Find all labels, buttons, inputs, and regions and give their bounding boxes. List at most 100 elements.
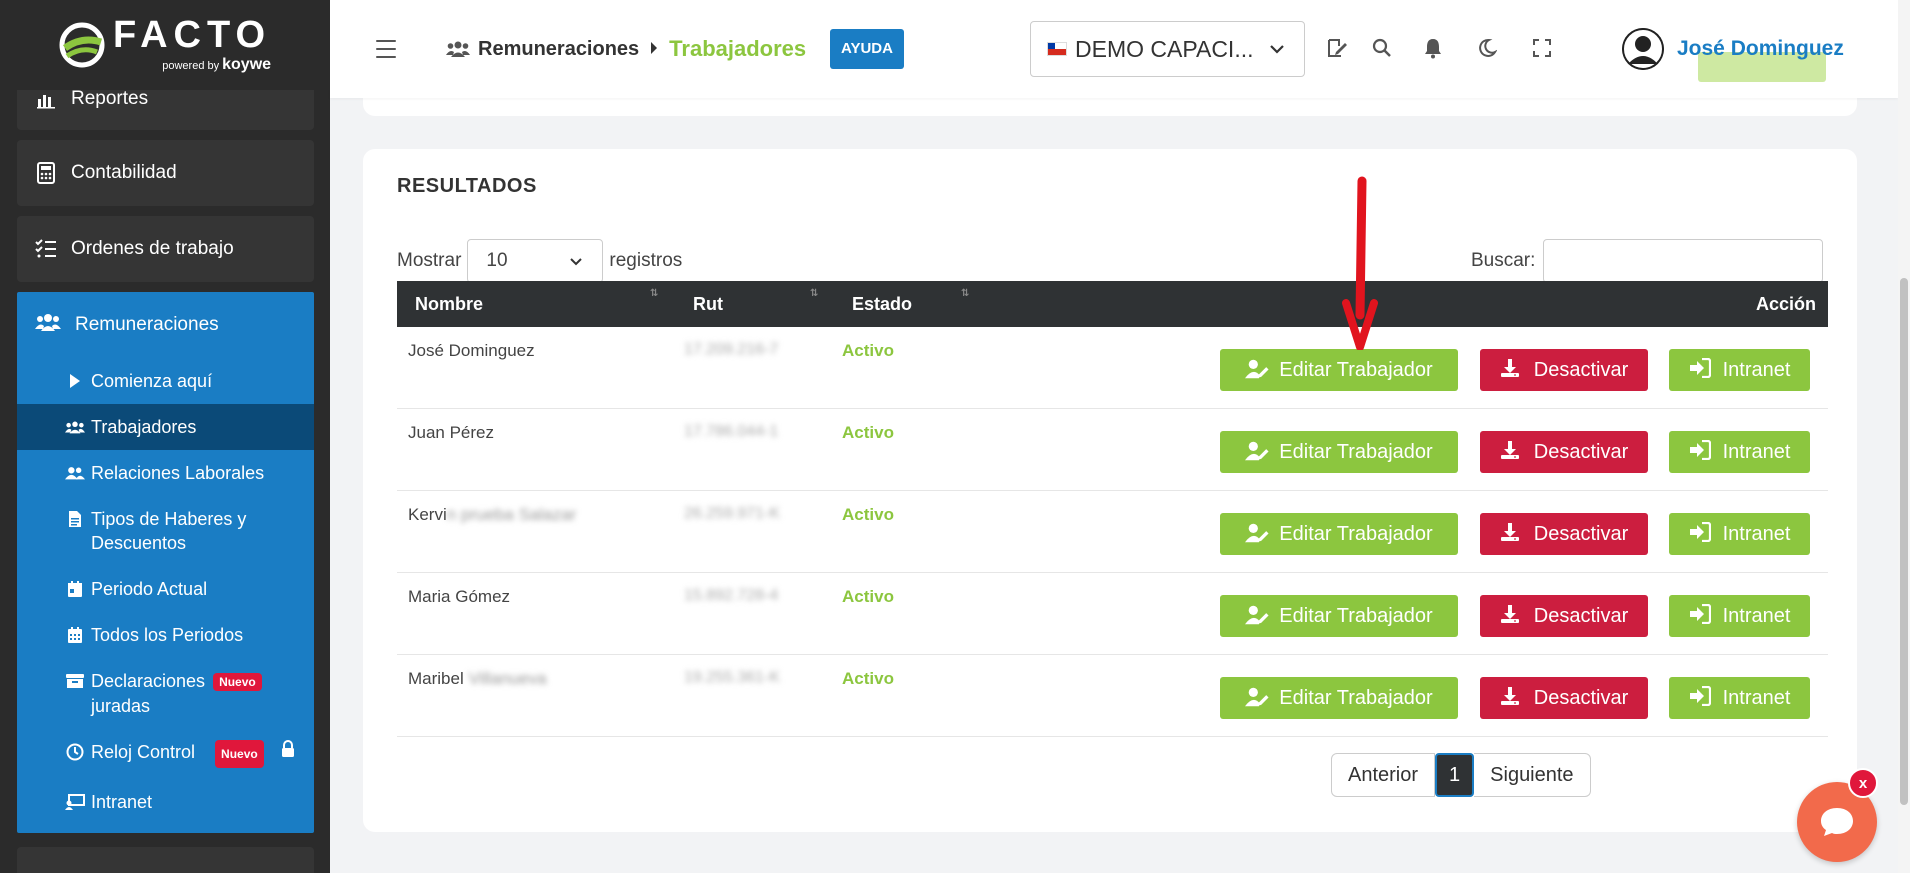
edit-worker-button[interactable]: Editar Trabajador xyxy=(1220,349,1458,391)
table-row: Juan Pérez 17.786.044-1 Activo Editar Traba… xyxy=(397,409,1828,491)
calculator-icon xyxy=(35,162,57,184)
worker-status: Activo xyxy=(842,505,894,524)
column-rut[interactable]: Rut xyxy=(693,294,723,315)
column-name[interactable]: Nombre xyxy=(415,294,483,315)
sidebar-item-comienza[interactable]: Comienza aquí xyxy=(17,358,314,404)
sidebar-item-label: Declaraciones xyxy=(91,671,206,691)
sort-icon[interactable]: ⇅ xyxy=(810,288,818,299)
sidebar-item-remuneraciones[interactable]: Remuneraciones xyxy=(17,292,314,358)
deactivate-label: Desactivar xyxy=(1533,440,1629,463)
deactivate-button[interactable]: Desactivar xyxy=(1480,513,1648,555)
sidebar-item-declaraciones[interactable]: Declaraciones Nuevo juradas xyxy=(17,658,314,729)
edit-worker-button[interactable]: Editar Trabajador xyxy=(1220,431,1458,473)
worker-rut: 19.255.361-K xyxy=(684,669,781,686)
sidebar-group-label: Remuneraciones xyxy=(75,314,219,335)
intranet-button[interactable]: Intranet xyxy=(1669,595,1810,637)
edit-worker-label: Editar Trabajador xyxy=(1279,522,1433,545)
intranet-button[interactable]: Intranet xyxy=(1669,431,1810,473)
sidebar-item-next[interactable] xyxy=(17,847,314,873)
chevron-down-icon xyxy=(1270,45,1284,54)
search-icon[interactable] xyxy=(1370,36,1394,60)
chat-close-button[interactable]: x xyxy=(1848,768,1878,798)
page-length-control: Mostrar 10 registros xyxy=(397,239,682,283)
pagination-page-1[interactable]: 1 xyxy=(1435,753,1475,797)
sidebar-item-contabilidad[interactable]: Contabilidad xyxy=(17,140,314,206)
sidebar-item-ordenes[interactable]: Ordenes de trabajo xyxy=(17,216,314,282)
bell-icon[interactable] xyxy=(1421,36,1445,60)
user-edit-icon xyxy=(1245,604,1269,628)
company-select[interactable]: DEMO CAPACI... xyxy=(1030,21,1305,77)
edit-worker-button[interactable]: Editar Trabajador xyxy=(1220,595,1458,637)
users-icon xyxy=(65,415,85,439)
worker-name-visible: Kervi xyxy=(408,505,447,524)
worker-status: Activo xyxy=(842,341,894,360)
sidebar-item-intranet[interactable]: Intranet xyxy=(17,779,314,825)
breadcrumb: Remuneraciones Trabajadores xyxy=(446,36,806,62)
user-name[interactable]: José Dominguez xyxy=(1677,37,1844,61)
column-status[interactable]: Estado xyxy=(852,294,912,315)
avatar[interactable] xyxy=(1622,28,1664,70)
moon-icon[interactable] xyxy=(1475,36,1499,60)
deactivate-label: Desactivar xyxy=(1533,604,1629,627)
chevron-down-icon xyxy=(570,258,583,266)
annotation-arrow-icon xyxy=(1342,176,1378,350)
intranet-button[interactable]: Intranet xyxy=(1669,513,1810,555)
calendar-icon xyxy=(65,623,85,647)
chalkboard-icon xyxy=(65,790,85,814)
worker-name-redacted: Villanueva xyxy=(463,669,547,688)
sidebar-item-periodo-actual[interactable]: Periodo Actual xyxy=(17,566,314,612)
breadcrumb-separator-icon xyxy=(649,38,659,61)
scrollbar-thumb[interactable] xyxy=(1900,278,1908,805)
intranet-button[interactable]: Intranet xyxy=(1669,677,1810,719)
sidebar-item-label-wrap: Declaraciones Nuevo juradas xyxy=(91,669,281,718)
sidebar-item-reloj-control[interactable]: Reloj Control Nuevo xyxy=(17,729,314,779)
edit-worker-button[interactable]: Editar Trabajador xyxy=(1220,677,1458,719)
sidebar-item-relaciones[interactable]: Relaciones Laborales xyxy=(17,450,314,496)
edit-worker-button[interactable]: Editar Trabajador xyxy=(1220,513,1458,555)
column-action: Acción xyxy=(1755,294,1816,314)
sidebar-item-label: Trabajadores xyxy=(91,417,197,437)
worker-name: Maria Gómez xyxy=(408,587,510,607)
sign-in-icon xyxy=(1689,358,1713,382)
archive-icon xyxy=(65,669,85,693)
pagination-prev-button[interactable]: Anterior xyxy=(1331,753,1436,797)
logo[interactable]: FACTO powered by koywe xyxy=(0,0,330,90)
sort-icon[interactable]: ⇅ xyxy=(961,288,969,299)
help-button[interactable]: AYUDA xyxy=(830,29,904,69)
intranet-button[interactable]: Intranet xyxy=(1669,349,1810,391)
hamburger-menu-icon[interactable] xyxy=(376,40,396,58)
deactivate-button[interactable]: Desactivar xyxy=(1480,595,1648,637)
sidebar-item-trabajadores[interactable]: Trabajadores xyxy=(17,404,314,450)
download-icon xyxy=(1500,522,1524,546)
sidebar-item-todos-periodos[interactable]: Todos los Periodos xyxy=(17,612,314,658)
deactivate-button[interactable]: Desactivar xyxy=(1480,431,1648,473)
worker-name: Juan Pérez xyxy=(408,423,494,443)
intranet-label: Intranet xyxy=(1722,358,1791,381)
sidebar-group-remuneraciones: Remuneraciones Comienza aquí Trabajadore… xyxy=(17,292,314,834)
page-length-select[interactable]: 10 xyxy=(467,239,604,283)
breadcrumb-parent[interactable]: Remuneraciones xyxy=(446,38,639,61)
search-label: Buscar: xyxy=(1471,250,1536,271)
edit-worker-label: Editar Trabajador xyxy=(1279,440,1433,463)
download-icon xyxy=(1500,686,1524,710)
logo-text: FACTO powered by koywe xyxy=(113,16,271,74)
edit-worker-label: Editar Trabajador xyxy=(1279,686,1433,709)
workers-table: Nombre ⇅ Rut ⇅ Estado ⇅ Acción José Domi… xyxy=(397,281,1828,737)
sidebar-item-label: Todos los Periodos xyxy=(91,625,244,645)
breadcrumb-parent-label: Remuneraciones xyxy=(478,37,640,60)
deactivate-button[interactable]: Desactivar xyxy=(1480,349,1648,391)
sort-icon[interactable]: ⇅ xyxy=(650,288,658,299)
fullscreen-icon[interactable] xyxy=(1530,36,1554,60)
page-scrollbar[interactable] xyxy=(1898,0,1910,873)
new-badge: Nuevo xyxy=(213,673,262,692)
worker-rut: 15.892.728-4 xyxy=(684,587,779,604)
signature-icon[interactable] xyxy=(1326,36,1350,60)
pagination-next-button[interactable]: Siguiente xyxy=(1474,753,1591,797)
users-icon xyxy=(446,41,470,57)
search-input[interactable] xyxy=(1543,239,1824,283)
deactivate-button[interactable]: Desactivar xyxy=(1480,677,1648,719)
table-row: Maria Gómez 15.892.728-4 Activo Editar Trab… xyxy=(397,573,1828,655)
worker-name: Maribel Villanueva xyxy=(408,669,547,689)
sidebar-item-tipos-haberes[interactable]: Tipos de Haberes y Descuentos xyxy=(17,496,314,566)
edit-worker-label: Editar Trabajador xyxy=(1279,358,1433,381)
